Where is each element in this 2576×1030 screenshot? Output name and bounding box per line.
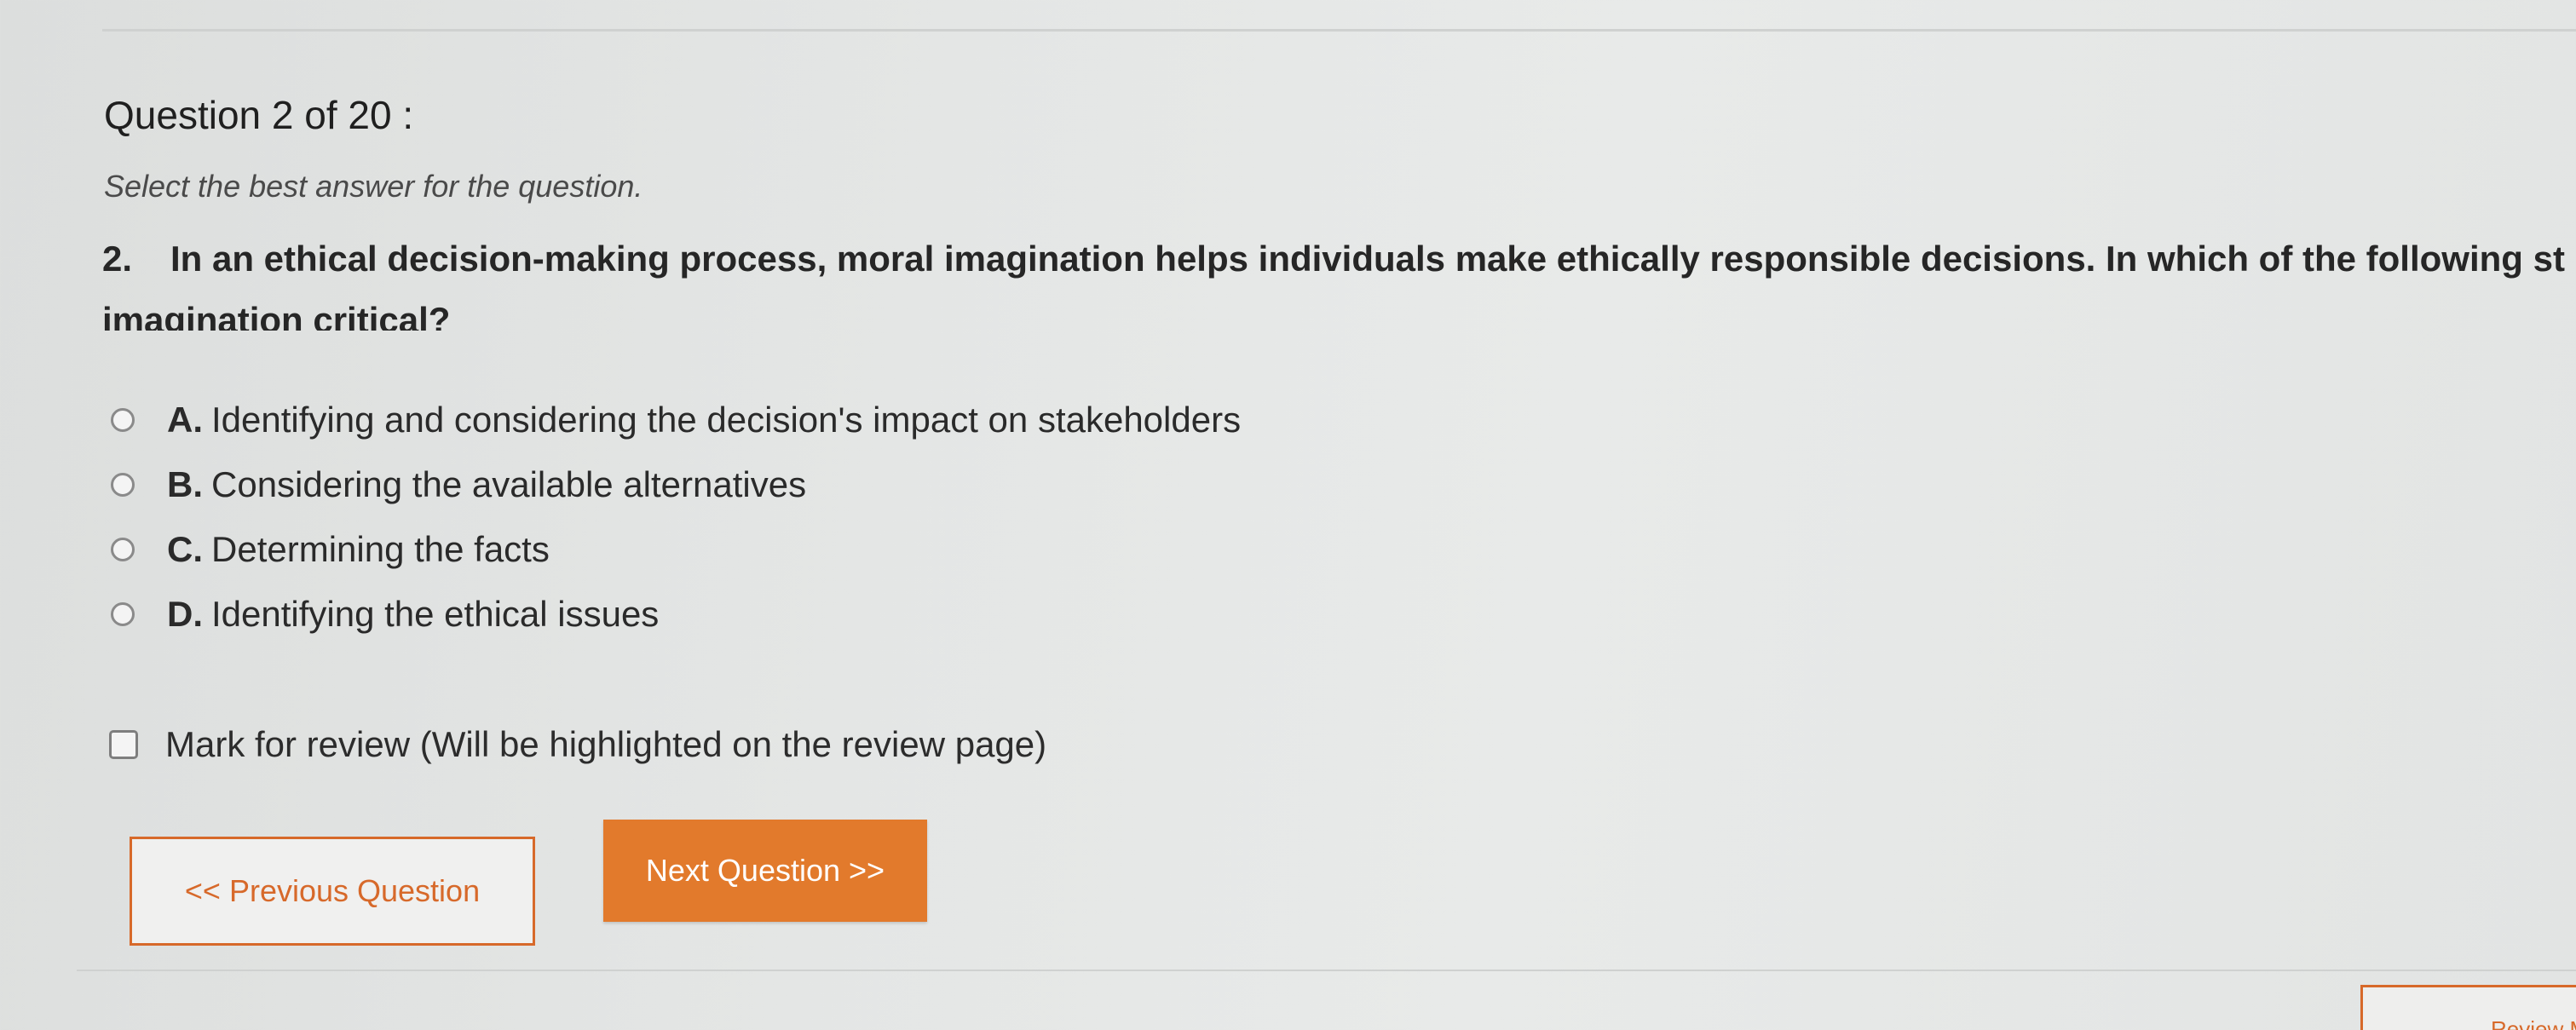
radio-button-d[interactable] (111, 602, 135, 626)
option-text-b: Considering the available alternatives (211, 464, 807, 504)
bottom-divider (77, 970, 2576, 971)
option-b[interactable]: B. Considering the available alternative… (111, 452, 1241, 517)
top-divider (102, 29, 2576, 32)
option-letter-c: C. (167, 529, 203, 569)
question-counter: Question 2 of 20 : (104, 93, 414, 137)
radio-button-c[interactable] (111, 538, 135, 561)
question-stem-1: In an ethical decision-making process, m… (170, 239, 2565, 279)
next-question-button[interactable]: Next Question >> (603, 820, 927, 922)
previous-question-button[interactable]: << Previous Question (130, 837, 535, 946)
option-d[interactable]: D. Identifying the ethical issues (111, 582, 1241, 647)
radio-button-a[interactable] (111, 408, 135, 432)
question-line-1: 2. In an ethical decision-making process,… (102, 228, 2576, 290)
option-letter-a: A. (167, 400, 203, 440)
option-letter-d: D. (167, 594, 203, 634)
question-line-2: imagination critical? (102, 300, 451, 331)
review-answers-button[interactable]: Review My A (2360, 985, 2576, 1030)
option-text-d: Identifying the ethical issues (211, 594, 660, 634)
answer-options: A. Identifying and considering the decis… (111, 388, 1241, 647)
option-a[interactable]: A. Identifying and considering the decis… (111, 388, 1241, 452)
question-number: 2. (102, 239, 133, 279)
question-text: 2. In an ethical decision-making process,… (102, 228, 2576, 331)
option-text-a: Identifying and considering the decision… (211, 400, 1242, 440)
option-letter-b: B. (167, 464, 203, 504)
mark-for-review[interactable]: Mark for review (Will be highlighted on … (109, 724, 1046, 765)
mark-review-label: Mark for review (Will be highlighted on … (165, 724, 1047, 764)
instruction-text: Select the best answer for the question. (104, 169, 643, 204)
option-text-c: Determining the facts (211, 529, 550, 569)
radio-button-b[interactable] (111, 473, 135, 497)
mark-review-checkbox[interactable] (109, 730, 138, 759)
option-c[interactable]: C. Determining the facts (111, 517, 1241, 582)
